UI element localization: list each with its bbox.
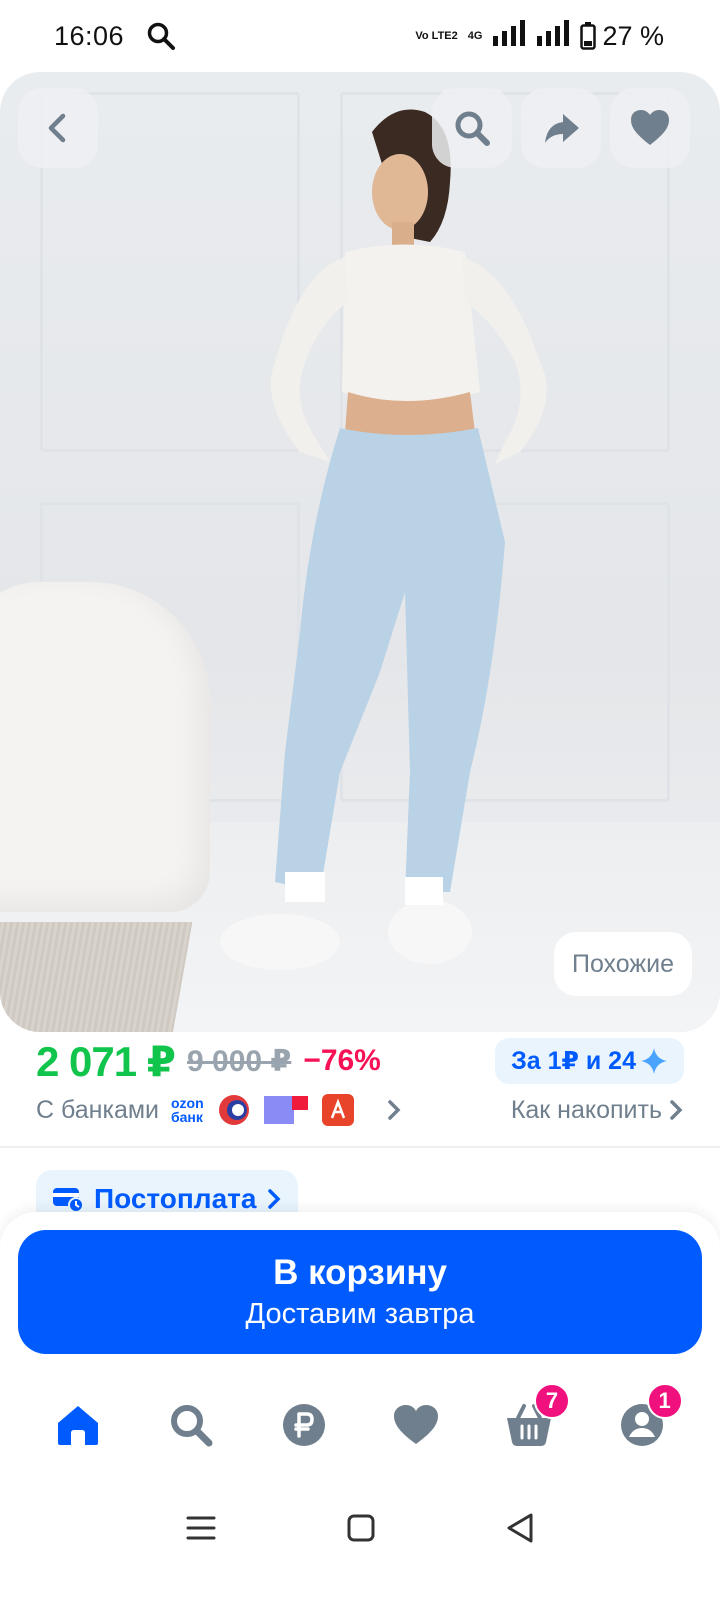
- home-button-icon[interactable]: [346, 1513, 376, 1548]
- share-button[interactable]: [521, 88, 601, 168]
- system-back-icon[interactable]: [505, 1512, 535, 1549]
- bank-logo-round-icon: [218, 1095, 249, 1125]
- recent-apps-icon[interactable]: [185, 1514, 217, 1547]
- search-icon: [146, 21, 176, 51]
- card-clock-icon: [53, 1188, 84, 1213]
- nav-profile[interactable]: 1: [597, 1383, 687, 1465]
- points-badge[interactable]: За 1₽ и 24: [495, 1038, 684, 1084]
- search-icon: [455, 111, 490, 146]
- nav-cart[interactable]: 7: [484, 1383, 574, 1465]
- back-button[interactable]: [18, 88, 98, 168]
- similar-products-button[interactable]: Похожие: [553, 932, 692, 996]
- postpay-label: Постоплата: [94, 1183, 257, 1214]
- chevron-right-icon: [268, 1189, 281, 1209]
- product-image-gallery[interactable]: Похожие: [0, 72, 720, 1032]
- bank-offers-row[interactable]: С банками ozon банк Как накопить: [36, 1090, 684, 1130]
- chevron-right-icon: [670, 1100, 683, 1120]
- ruble-icon: [282, 1404, 325, 1446]
- nav-favorites[interactable]: [371, 1385, 461, 1465]
- signal-icon: [536, 19, 570, 53]
- profile-notification-badge: 1: [646, 1383, 683, 1419]
- status-bar: 16:06 Vo LTE2 4G 27 %: [0, 0, 720, 72]
- signal-icon: [492, 19, 526, 53]
- points-badge-label: За 1₽ и 24: [511, 1047, 636, 1075]
- delivery-label: Доставим завтра: [245, 1298, 475, 1330]
- chevron-right-icon: [387, 1100, 401, 1120]
- battery-indicator: 27 %: [580, 21, 664, 52]
- sparkle-icon: [641, 1048, 667, 1074]
- nav-finance[interactable]: [259, 1385, 349, 1465]
- share-icon: [545, 114, 579, 143]
- bank-logo-square-icon: [263, 1096, 308, 1124]
- current-price: 2 071 ₽: [36, 1037, 176, 1085]
- image-search-button[interactable]: [432, 88, 512, 168]
- old-price: 9 000 ₽: [187, 1044, 292, 1078]
- battery-percent: 27 %: [602, 20, 664, 51]
- discount-percent: −76%: [303, 1044, 381, 1077]
- heart-icon: [631, 110, 669, 145]
- banks-label: С банками: [36, 1095, 159, 1124]
- bank-logos: ozon банк: [171, 1094, 354, 1126]
- price-row: 2 071 ₽ 9 000 ₽ −76% За 1₽ и 24: [36, 1036, 684, 1086]
- how-to-accumulate-link[interactable]: Как накопить: [511, 1096, 684, 1125]
- nav-home[interactable]: [33, 1385, 123, 1465]
- bottom-nav: 7 1: [0, 1380, 720, 1470]
- how-to-accumulate-label: Как накопить: [510, 1095, 662, 1124]
- model-photo: [220, 109, 547, 970]
- status-right: Vo LTE2 4G 27 %: [415, 19, 664, 53]
- status-time: 16:06: [54, 20, 125, 51]
- favorite-button[interactable]: [610, 88, 690, 168]
- divider: [0, 1146, 720, 1148]
- search-icon: [170, 1405, 213, 1447]
- nav-search[interactable]: [146, 1385, 236, 1465]
- network-type-tag: 4G: [467, 29, 483, 42]
- ozon-bank-logo: ozon банк: [171, 1096, 204, 1124]
- battery-icon: [580, 22, 597, 50]
- back-icon: [48, 113, 66, 143]
- bank-logo-emblem-icon: [321, 1094, 354, 1126]
- heart-icon: [394, 1405, 439, 1444]
- cart-count-badge: 7: [533, 1383, 570, 1419]
- volte-tag: Vo LTE2: [415, 29, 458, 42]
- add-to-cart-label: В корзину: [273, 1253, 447, 1292]
- system-nav-bar: [0, 1500, 720, 1560]
- add-to-cart-button[interactable]: В корзину Доставим завтра: [18, 1230, 702, 1354]
- home-icon: [58, 1406, 99, 1445]
- ozon-bank-logo-line2: банк: [171, 1109, 203, 1125]
